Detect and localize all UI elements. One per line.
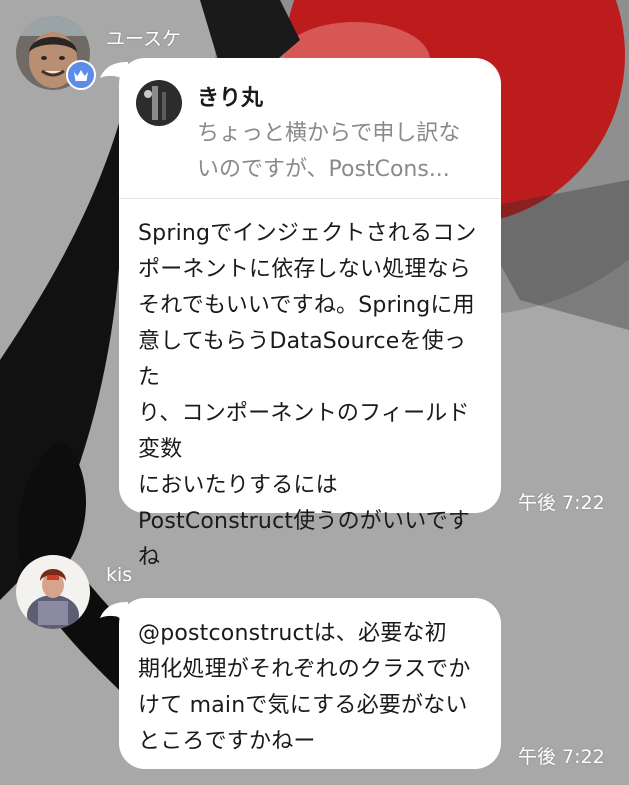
reply-avatar — [136, 80, 182, 126]
message-text: @postconstructは、必要な初 期化処理がそれぞれのクラスでか けて … — [138, 621, 471, 754]
user-avatar-photo-icon — [16, 555, 90, 629]
sender-avatar[interactable] — [16, 555, 90, 629]
sender-name: ユースケ — [106, 28, 182, 50]
message-time: 午後 7:22 — [518, 492, 605, 514]
message-bubble[interactable]: きり丸 ちょっと横からで申し訳な いのですが、PostCons... Sprin… — [119, 58, 501, 570]
quoted-reply[interactable]: きり丸 ちょっと横からで申し訳な いのですが、PostCons... — [119, 58, 501, 199]
reply-preview-text: ちょっと横からで申し訳な いのですが、PostCons... — [197, 121, 461, 182]
admin-crown-badge — [66, 60, 96, 90]
reply-sender-name: きり丸 — [197, 86, 264, 111]
crown-icon — [74, 69, 88, 81]
message-time: 午後 7:22 — [518, 746, 605, 768]
sender-name: kis — [106, 564, 133, 586]
message-text: Springでインジェクトされるコン ポーネントに依存しない処理なら それでもい… — [138, 221, 477, 570]
user-avatar-photo-icon — [136, 80, 182, 126]
message-bubble[interactable]: @postconstructは、必要な初 期化処理がそれぞれのクラスでか けて … — [119, 598, 501, 769]
